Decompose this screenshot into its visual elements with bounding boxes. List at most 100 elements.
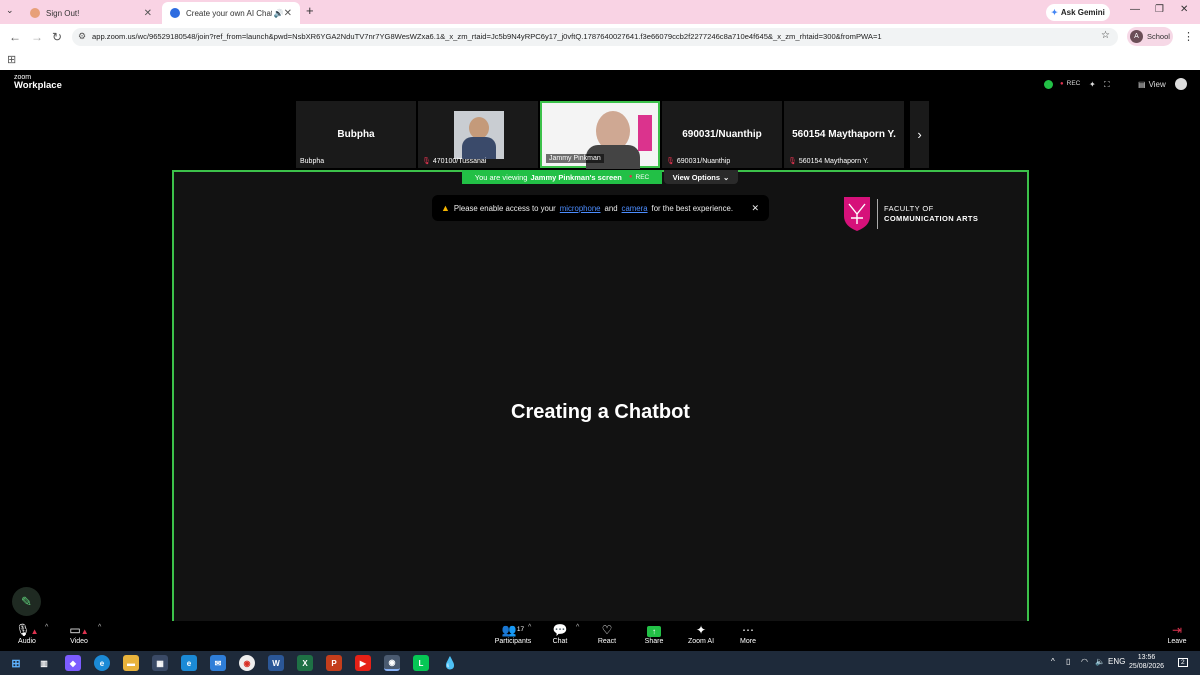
security-shield-icon[interactable]: [1044, 80, 1053, 89]
internet-explorer-icon[interactable]: e: [181, 655, 197, 671]
clock-date: 25/08/2026: [1129, 663, 1165, 671]
permission-notice: ▲ Please enable access to your microphon…: [432, 195, 769, 221]
participants-options-caret[interactable]: ^: [528, 624, 531, 631]
file-explorer-icon[interactable]: ▬: [123, 655, 139, 671]
participant-tile[interactable]: 🎙 470100/Tussanai: [418, 101, 538, 168]
recording-indicator[interactable]: ● REC: [1060, 80, 1080, 87]
next-participants-button[interactable]: ›: [910, 101, 929, 168]
wifi-icon[interactable]: ◠: [1081, 657, 1088, 666]
react-button[interactable]: ♡ React: [582, 623, 632, 645]
speaker-icon[interactable]: 🔊: [274, 9, 284, 18]
tab-search-icon[interactable]: ⌄: [6, 5, 14, 16]
view-button[interactable]: ▤ View: [1138, 80, 1166, 89]
apps-grid-icon[interactable]: ⊞: [7, 53, 16, 66]
new-tab-button[interactable]: +: [306, 3, 314, 18]
participant-name: 560154 Maythaporn Y.: [798, 157, 869, 165]
more-button[interactable]: ⋯ More: [723, 623, 773, 645]
backdrop-banner: [638, 115, 652, 151]
omnibox[interactable]: ⚙ app.zoom.us/wc/96529180548/join?ref_fr…: [72, 28, 1118, 46]
participant-tile[interactable]: Bubpha Bubpha: [296, 101, 416, 168]
volume-icon[interactable]: 🔈: [1095, 657, 1105, 666]
slide-title: Creating a Chatbot: [511, 401, 690, 423]
powerpoint-icon[interactable]: P: [326, 655, 342, 671]
close-window-button[interactable]: ✕: [1180, 4, 1188, 15]
zoom-workplace-logo: zoom Workplace: [14, 74, 62, 91]
video-options-caret[interactable]: ^: [98, 624, 101, 631]
back-icon[interactable]: ←: [9, 30, 21, 44]
sparkle-icon: ✦: [695, 623, 707, 637]
url-text[interactable]: app.zoom.us/wc/96529180548/join?ref_from…: [92, 32, 882, 41]
participant-tile-active-speaker[interactable]: Jammy Pinkman: [540, 101, 660, 169]
chrome-active-icon[interactable]: ◉: [384, 655, 400, 671]
close-icon[interactable]: ✕: [284, 8, 292, 19]
video-label: Video: [70, 638, 88, 645]
close-icon[interactable]: ✕: [751, 203, 759, 214]
word-icon[interactable]: W: [268, 655, 284, 671]
minimize-button[interactable]: —: [1130, 4, 1140, 15]
zoom-ai-button[interactable]: ✦ Zoom AI: [676, 623, 726, 645]
tab-sign-out[interactable]: Sign Out! ✕: [22, 2, 160, 24]
participant-label: Jammy Pinkman: [546, 154, 604, 163]
task-view-icon[interactable]: ▥: [36, 655, 52, 671]
participant-name: Jammy Pinkman: [549, 155, 601, 162]
share-button[interactable]: ↑ Share: [629, 623, 679, 645]
ask-gemini-label: Ask Gemini: [1060, 8, 1105, 17]
leave-button[interactable]: ⇥ Leave: [1152, 623, 1200, 645]
shared-screen: Creating a Chatbot: [172, 170, 1029, 651]
chrome-icon[interactable]: ◉: [239, 655, 255, 671]
tab-title: Create your own AI Chatbot: [186, 8, 272, 18]
profile-button[interactable]: A School: [1127, 27, 1173, 46]
view-options-button[interactable]: View Options ⌄: [664, 170, 738, 184]
browser-menu-icon[interactable]: ⋮: [1183, 30, 1194, 43]
participant-tile[interactable]: 560154 Maythaporn Y. 🎙 560154 Maythaporn …: [784, 101, 904, 168]
faculty-logo: FACULTY OF COMMUNICATION ARTS: [843, 196, 978, 232]
fullscreen-icon[interactable]: ⛶: [1104, 80, 1110, 90]
video-button[interactable]: ▭▲ Video: [54, 623, 104, 645]
notification-center-icon[interactable]: 2: [1178, 657, 1188, 667]
warning-icon: ▲: [441, 203, 450, 213]
user-avatar[interactable]: [1175, 78, 1187, 90]
microphone-link[interactable]: microphone: [560, 204, 601, 213]
reload-icon[interactable]: ↻: [52, 30, 62, 44]
tray-device-icon[interactable]: ▯: [1066, 657, 1070, 666]
chat-options-caret[interactable]: ^: [576, 624, 579, 631]
participant-display-name: 560154 Maythaporn Y.: [792, 129, 896, 140]
clock[interactable]: 13:56 25/08/2026: [1129, 653, 1164, 672]
tray-overflow-icon[interactable]: ^: [1051, 657, 1055, 666]
participants-label: Participants: [494, 638, 532, 645]
site-info-icon[interactable]: ⚙: [78, 31, 86, 42]
copilot-icon[interactable]: ◆: [65, 655, 81, 671]
youtube-icon[interactable]: ▶: [355, 655, 371, 671]
audio-label: Audio: [18, 638, 36, 645]
participant-tile[interactable]: 690031/Nuanthip 🎙 690031/Nuanthip: [662, 101, 782, 168]
ai-companion-icon[interactable]: ✦: [1089, 80, 1096, 89]
windows-start-icon[interactable]: ⊞: [8, 655, 24, 671]
app-drop-icon[interactable]: 💧: [442, 655, 458, 671]
audio-options-caret[interactable]: ^: [45, 624, 48, 631]
annotate-pencil-button[interactable]: ✎: [12, 587, 41, 616]
line-icon[interactable]: L: [413, 655, 429, 671]
camera-link[interactable]: camera: [622, 204, 648, 213]
edge-icon[interactable]: e: [94, 655, 110, 671]
muted-mic-icon: 🎙: [788, 158, 797, 165]
restore-button[interactable]: ❐: [1155, 4, 1164, 15]
clock-time: 13:56: [1137, 654, 1156, 661]
react-label: React: [597, 638, 617, 645]
store-icon[interactable]: ▦: [152, 655, 168, 671]
participant-name: 690031/Nuanthip: [676, 157, 731, 165]
viewing-screen-banner: You are viewing Jammy Pinkman's screen ●…: [462, 170, 662, 184]
avatar: A: [1130, 30, 1143, 43]
mail-icon[interactable]: ✉: [210, 655, 226, 671]
faculty-name: FACULTY OF COMMUNICATION ARTS: [884, 204, 978, 224]
zoom-favicon-icon: [170, 8, 180, 18]
tab-zoom-chatbot[interactable]: Create your own AI Chatbot 🔊 ✕: [162, 2, 300, 24]
ask-gemini-button[interactable]: ✦ Ask Gemini: [1046, 4, 1110, 21]
gemini-sparkle-icon: ✦: [1051, 8, 1058, 17]
excel-icon[interactable]: X: [297, 655, 313, 671]
muted-mic-icon: 🎙: [666, 158, 675, 165]
bookmark-star-icon[interactable]: ☆: [1101, 30, 1110, 41]
close-icon[interactable]: ✕: [144, 8, 152, 19]
muted-mic-icon: 🎙: [422, 158, 431, 165]
language-indicator[interactable]: ENG: [1108, 657, 1125, 666]
forward-icon[interactable]: →: [31, 30, 43, 44]
